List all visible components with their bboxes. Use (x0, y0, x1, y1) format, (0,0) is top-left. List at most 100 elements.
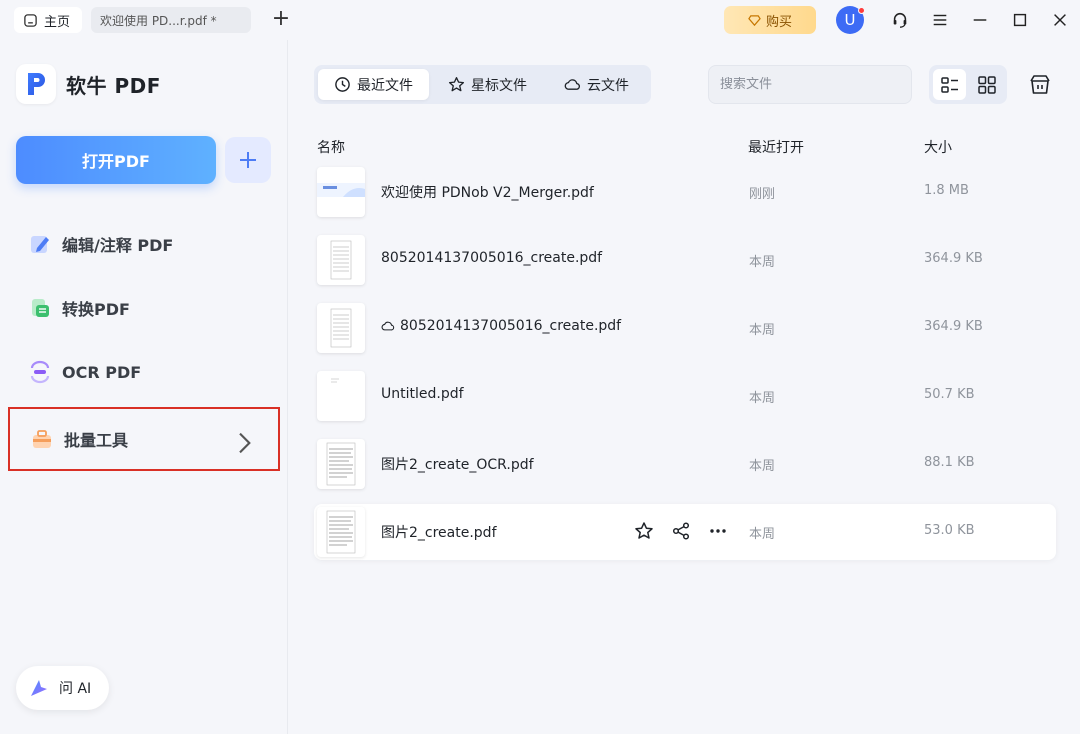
file-size: 88.1 KB (924, 455, 975, 470)
maximize-button[interactable] (1010, 10, 1030, 30)
open-pdf-button[interactable]: 打开PDF (16, 136, 216, 184)
close-button[interactable] (1050, 10, 1070, 30)
file-thumbnail (317, 235, 365, 285)
file-name: 8052014137005016_create.pdf (381, 318, 621, 334)
avatar[interactable]: U (836, 6, 865, 34)
file-row[interactable]: 8052014137005016_create.pdf 本周 364.9 KB (314, 300, 1056, 356)
file-opened: 本周 (749, 323, 776, 338)
ocr-icon (30, 360, 50, 384)
sidebar-item-label: 编辑/注释 PDF (62, 236, 174, 255)
file-row[interactable]: 图片2_create.pdf 本周 53.0 KB (314, 504, 1056, 560)
plus-icon (240, 152, 256, 168)
file-name-text: 图片2_create.pdf (381, 525, 497, 541)
brand: 软牛 PDF (16, 64, 161, 104)
search-input[interactable] (720, 77, 911, 92)
sidebar-item-label: 转换PDF (62, 300, 130, 319)
tab-label: 最近文件 (357, 77, 413, 94)
file-size: 364.9 KB (924, 319, 983, 334)
app-logo (16, 64, 56, 104)
maximize-icon (1013, 13, 1027, 27)
tab-label: 云文件 (587, 77, 629, 94)
pdf-logo-icon (28, 73, 45, 95)
file-row[interactable]: 8052014137005016_create.pdf 本周 364.9 KB (314, 232, 1056, 288)
tab-recent[interactable]: 最近文件 (318, 69, 429, 100)
star-icon (635, 522, 653, 539)
file-size: 53.0 KB (924, 523, 975, 538)
sidebar-item-ocr[interactable]: OCR PDF (8, 340, 280, 404)
file-thumbnail (317, 303, 365, 353)
grid-view-icon (977, 75, 996, 94)
more-button[interactable] (707, 520, 729, 542)
grid-view-button[interactable] (970, 69, 1003, 100)
main-panel: 最近文件 星标文件 云文件 名称 最近打开 大小 欢迎使用 PDNob V2_M… (289, 40, 1080, 734)
file-thumbnail (317, 167, 365, 217)
column-header-name[interactable]: 名称 (317, 137, 345, 157)
tab-document[interactable]: 欢迎使用 PD...r.pdf * (91, 7, 251, 33)
cloud-icon (381, 321, 395, 331)
file-opened: 本周 (749, 255, 776, 270)
clock-icon (335, 77, 350, 92)
diamond-icon (748, 14, 761, 26)
home-icon (24, 13, 37, 27)
tab-label: 星标文件 (471, 77, 527, 94)
minimize-button[interactable] (970, 10, 990, 30)
batch-toolbox-icon (33, 430, 51, 448)
ask-ai-button[interactable]: 问 AI (16, 666, 109, 710)
tab-document-label: 欢迎使用 PD...r.pdf * (100, 13, 217, 28)
notification-dot (858, 7, 865, 14)
edit-annotate-icon (31, 236, 49, 253)
view-toggle (929, 65, 1007, 104)
sidebar-item-label: 批量工具 (64, 431, 129, 450)
file-row[interactable]: Untitled.pdf 本周 50.7 KB (314, 368, 1056, 424)
list-view-button[interactable] (933, 69, 966, 100)
create-new-button[interactable] (225, 137, 271, 183)
file-opened: 刚刚 (749, 187, 776, 202)
chevron-right-icon (239, 432, 251, 454)
trash-icon[interactable] (1028, 72, 1052, 96)
list-view-icon (940, 76, 958, 93)
close-icon (1054, 14, 1066, 26)
share-button[interactable] (670, 520, 692, 542)
sidebar-item-edit[interactable]: 编辑/注释 PDF (8, 212, 280, 276)
cloud-icon (564, 79, 580, 90)
file-name: 8052014137005016_create.pdf (381, 250, 602, 266)
file-row[interactable]: 图片2_create_OCR.pdf 本周 88.1 KB (314, 436, 1056, 492)
sidebar-item-convert[interactable]: 转换PDF (8, 276, 280, 340)
convert-icon (32, 299, 49, 317)
file-thumbnail (317, 507, 365, 557)
file-size: 1.8 MB (924, 183, 969, 198)
file-opened: 本周 (749, 459, 776, 474)
buy-button[interactable]: 购买 (724, 6, 816, 34)
file-opened: 本周 (749, 527, 776, 542)
sidebar-item-batch[interactable]: 批量工具 (8, 407, 280, 471)
row-actions (633, 520, 729, 542)
minimize-icon (973, 19, 987, 21)
file-name-text: 8052014137005016_create.pdf (381, 250, 603, 266)
file-name-text: Untitled.pdf (381, 386, 464, 402)
add-tab-button[interactable]: + (270, 8, 292, 30)
search-box (708, 65, 912, 104)
ask-ai-label: 问 AI (59, 681, 92, 697)
tab-starred[interactable]: 星标文件 (432, 69, 544, 100)
column-header-size[interactable]: 大小 (924, 137, 952, 157)
tab-home[interactable]: 主页 (14, 7, 82, 33)
file-name: Untitled.pdf (381, 386, 464, 402)
column-header-opened[interactable]: 最近打开 (748, 137, 804, 157)
brand-name: 软牛 PDF (66, 73, 161, 98)
star-button[interactable] (633, 520, 655, 542)
sidebar-item-label: OCR PDF (62, 362, 142, 382)
ai-sparkle-icon (31, 680, 47, 696)
file-name: 图片2_create.pdf (381, 522, 497, 542)
title-bar: 主页 欢迎使用 PD...r.pdf * + 购买 U (0, 0, 1080, 40)
file-name: 图片2_create_OCR.pdf (381, 454, 534, 474)
menu-button[interactable] (930, 10, 950, 30)
star-icon (448, 77, 465, 92)
file-thumbnail (317, 371, 365, 421)
tab-cloud[interactable]: 云文件 (548, 69, 644, 100)
support-button[interactable] (890, 10, 910, 30)
file-tabs: 最近文件 星标文件 云文件 (314, 65, 651, 104)
file-opened: 本周 (749, 391, 776, 406)
file-row[interactable]: 欢迎使用 PDNob V2_Merger.pdf 刚刚 1.8 MB (314, 164, 1056, 220)
file-name: 欢迎使用 PDNob V2_Merger.pdf (381, 182, 594, 202)
sidebar: 软牛 PDF 打开PDF 编辑/注释 PDF 转换PDF OCR PDF 批量工… (0, 40, 288, 734)
